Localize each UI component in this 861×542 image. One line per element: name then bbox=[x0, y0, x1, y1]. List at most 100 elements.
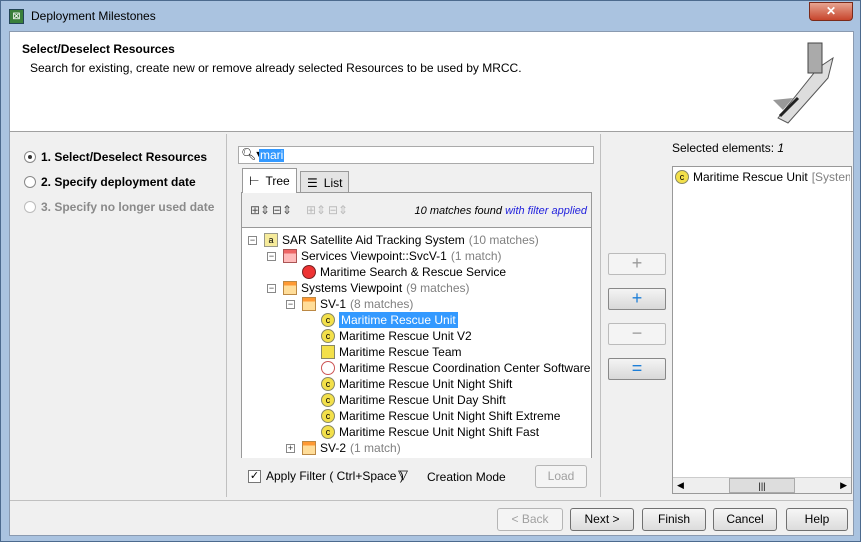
remove-all-button[interactable]: = bbox=[608, 358, 666, 380]
resource-icon: c bbox=[675, 170, 689, 184]
back-button: < Back bbox=[497, 508, 563, 531]
selected-elements-list[interactable]: c Maritime Rescue Unit [Systems V ◀ ||| ▶ bbox=[672, 166, 852, 494]
item-path: [Systems V bbox=[811, 170, 850, 184]
scroll-thumb[interactable]: ||| bbox=[729, 478, 795, 493]
scroll-right-icon[interactable]: ▶ bbox=[840, 478, 847, 493]
tree-node[interactable]: c Maritime Rescue Unit Night Shift Fast bbox=[321, 424, 539, 440]
node-label: Maritime Rescue Team bbox=[339, 345, 462, 359]
tree-node[interactable]: c Maritime Rescue Unit V2 bbox=[321, 328, 472, 344]
list-item[interactable]: c Maritime Rescue Unit [Systems V bbox=[675, 169, 850, 185]
node-label: Maritime Rescue Unit Day Shift bbox=[339, 393, 506, 407]
help-button[interactable]: Help bbox=[786, 508, 848, 531]
creation-mode-label[interactable]: Creation Mode bbox=[427, 470, 506, 484]
tree-node[interactable]: SV-2 (1 match) bbox=[302, 440, 401, 456]
apply-filter-checkbox[interactable]: ✓ Apply Filter ( Ctrl+Space ) bbox=[248, 469, 404, 483]
divider bbox=[600, 134, 601, 497]
step-label: 3. Specify no longer used date bbox=[41, 200, 215, 214]
remove-button: − bbox=[608, 323, 666, 345]
match-count: (1 match) bbox=[450, 249, 502, 263]
tree-node[interactable]: c Maritime Rescue Unit bbox=[321, 312, 458, 328]
match-count: (8 matches) bbox=[350, 297, 414, 311]
match-count: (10 matches) bbox=[468, 233, 539, 247]
resource-icon: c bbox=[321, 329, 335, 343]
expand-selected-icon: ⊞⇕ bbox=[306, 203, 327, 217]
dialog-body: Select/Deselect Resources Search for exi… bbox=[9, 31, 854, 536]
expand-icon[interactable]: + bbox=[286, 444, 295, 453]
team-icon bbox=[321, 345, 335, 359]
matches-status: 10 matches found with filter applied bbox=[415, 205, 587, 217]
scroll-left-icon[interactable]: ◀ bbox=[677, 478, 684, 493]
close-button[interactable]: ✕ bbox=[809, 2, 853, 21]
node-label: SV-2 bbox=[320, 441, 347, 455]
tree-icon: ⊢ bbox=[249, 174, 260, 188]
match-count: (9 matches) bbox=[406, 281, 470, 295]
header: Select/Deselect Resources Search for exi… bbox=[10, 32, 853, 132]
resource-icon: c bbox=[321, 409, 335, 423]
next-button[interactable]: Next > bbox=[570, 508, 634, 531]
orange-folder-icon bbox=[302, 297, 316, 311]
resource-icon: c bbox=[321, 393, 335, 407]
matches-count: 10 matches found bbox=[414, 205, 502, 217]
tab-list[interactable]: ☰ List bbox=[300, 171, 350, 193]
tree-panel: ⊞⇕ ⊟⇕ ⊞⇕ ⊟⇕ 10 matches found with filter… bbox=[241, 192, 592, 458]
selected-label: Selected elements: bbox=[672, 141, 775, 155]
window-title: Deployment Milestones bbox=[31, 9, 156, 23]
node-label: Services Viewpoint::SvcV-1 bbox=[301, 249, 447, 263]
finish-button[interactable]: Finish bbox=[642, 508, 706, 531]
tree-node[interactable]: Maritime Search & Rescue Service bbox=[302, 264, 506, 280]
node-label: Maritime Rescue Coordination Center Soft… bbox=[339, 361, 591, 375]
checkbox-checked-icon: ✓ bbox=[248, 469, 261, 483]
collapse-icon[interactable]: − bbox=[267, 284, 276, 293]
step-label: 2. Specify deployment date bbox=[41, 175, 196, 189]
results-tree[interactable]: − a SAR Satellite Aid Tracking System (10 m… bbox=[242, 227, 591, 458]
tree-node[interactable]: SV-1 (8 matches) bbox=[302, 296, 413, 312]
tree-node[interactable]: c Maritime Rescue Unit Night Shift Extrem… bbox=[321, 408, 560, 424]
search-value: mari bbox=[259, 148, 285, 162]
app-icon: ⊠ bbox=[9, 9, 24, 24]
horizontal-scrollbar[interactable]: ◀ ||| ▶ bbox=[673, 477, 851, 493]
step-no-longer-used-date: 3. Specify no longer used date bbox=[24, 200, 214, 214]
step-select-resources[interactable]: 1. Select/Deselect Resources bbox=[24, 150, 207, 164]
node-label: SV-1 bbox=[320, 297, 347, 311]
load-button: Load bbox=[535, 465, 587, 488]
expand-all-icon[interactable]: ⊞⇕ bbox=[250, 203, 270, 217]
tree-node[interactable]: Services Viewpoint::SvcV-1 (1 match) bbox=[283, 248, 502, 264]
cancel-button[interactable]: Cancel bbox=[713, 508, 777, 531]
add-button: + bbox=[608, 253, 666, 275]
tree-node[interactable]: c Maritime Rescue Unit Day Shift bbox=[321, 392, 506, 408]
selected-count: 1 bbox=[777, 141, 785, 155]
node-label: Maritime Rescue Unit Night Shift Extreme bbox=[339, 409, 561, 423]
add-replace-button[interactable]: + bbox=[608, 288, 666, 310]
dialog-window: ⊠ Deployment Milestones ✕ Select/Deselec… bbox=[0, 0, 861, 542]
red-folder-icon bbox=[283, 249, 297, 263]
match-count: (1 match) bbox=[350, 441, 401, 455]
model-icon: a bbox=[264, 233, 278, 247]
collapse-all-icon[interactable]: ⊟⇕ bbox=[272, 203, 292, 217]
list-icon: ☰ bbox=[307, 175, 318, 190]
filter-icon[interactable]: ▽ bbox=[398, 467, 408, 483]
tree-node[interactable]: Maritime Rescue Team bbox=[321, 344, 461, 360]
collapse-selected-icon: ⊟⇕ bbox=[328, 203, 349, 217]
tree-node[interactable]: c Maritime Rescue Unit Night Shift bbox=[321, 376, 512, 392]
step-deployment-date[interactable]: 2. Specify deployment date bbox=[24, 175, 196, 189]
space-shuttle-icon bbox=[773, 42, 834, 124]
node-label: Maritime Rescue Unit Night Shift Fast bbox=[339, 425, 540, 439]
orange-folder-icon bbox=[283, 281, 297, 295]
node-label: SAR Satellite Aid Tracking System bbox=[282, 233, 465, 247]
tab-label: Tree bbox=[265, 174, 290, 188]
divider bbox=[226, 134, 227, 497]
tree-node[interactable]: Maritime Rescue Coordination Center Soft… bbox=[321, 360, 590, 376]
filter-applied-link: with filter applied bbox=[505, 205, 587, 217]
radio-icon bbox=[24, 176, 36, 188]
collapse-icon[interactable]: − bbox=[248, 236, 257, 245]
collapse-icon[interactable]: − bbox=[267, 252, 276, 261]
tree-node[interactable]: Systems Viewpoint (9 matches) bbox=[283, 280, 470, 296]
tab-tree[interactable]: ⊢ Tree bbox=[242, 168, 297, 193]
resource-icon: c bbox=[321, 377, 335, 391]
collapse-icon[interactable]: − bbox=[286, 300, 295, 309]
search-input[interactable]: 🔍︎▾ mari bbox=[238, 146, 594, 164]
tree-node[interactable]: a SAR Satellite Aid Tracking System (10 ma… bbox=[264, 232, 539, 248]
apply-filter-label: Apply Filter ( Ctrl+Space ) bbox=[266, 469, 404, 483]
software-icon bbox=[321, 361, 335, 375]
radio-icon bbox=[24, 151, 36, 163]
